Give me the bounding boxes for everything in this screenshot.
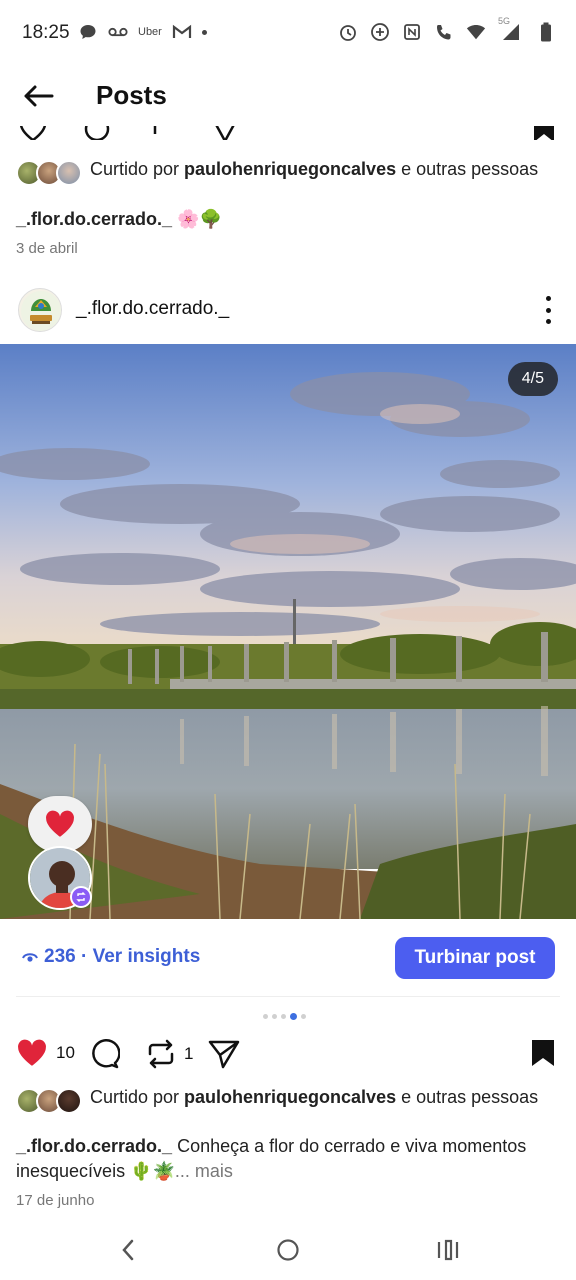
chat-bubble-icon xyxy=(78,22,98,42)
system-icons: 5G xyxy=(338,16,556,42)
previous-post-actions-cut xyxy=(0,126,576,140)
previous-post-date: 3 de abril xyxy=(16,240,78,257)
nav-back-button[interactable] xyxy=(108,1232,148,1268)
post-date: 17 de junho xyxy=(16,1192,95,1209)
battery-icon xyxy=(536,22,556,42)
voicemail-icon xyxy=(108,22,128,42)
caption-username[interactable]: _.flor.do.cerrado._ xyxy=(16,209,172,229)
carousel-dot xyxy=(263,1014,268,1019)
wifi-calling-icon xyxy=(434,22,454,42)
top-app-bar: Posts xyxy=(0,66,576,126)
repost-icon xyxy=(153,126,157,134)
liked-by[interactable]: Curtido por paulohenriquegoncalves e out… xyxy=(16,1086,560,1132)
status-time: 18:25 xyxy=(22,22,70,43)
dot-icon xyxy=(201,29,207,35)
gmail-icon xyxy=(172,22,192,42)
carousel-dot xyxy=(272,1014,277,1019)
repost-button[interactable]: 1 xyxy=(146,1038,193,1070)
nav-recents-button[interactable] xyxy=(428,1232,468,1268)
view-insights-link[interactable]: 236 · Ver insights xyxy=(22,946,200,968)
post-username[interactable]: _.flor.do.cerrado._ xyxy=(76,298,229,320)
comment-icon xyxy=(84,126,110,140)
previous-post-caption: _.flor.do.cerrado._ 🌸🌳 xyxy=(16,209,222,229)
comment-icon xyxy=(92,1039,120,1069)
boost-post-button[interactable]: Turbinar post xyxy=(395,937,555,979)
comment-button[interactable] xyxy=(88,1038,120,1070)
liker-avatars xyxy=(16,160,86,188)
caption-username[interactable]: _.flor.do.cerrado._ xyxy=(16,1136,172,1156)
repost-badge-icon xyxy=(70,886,92,908)
network-type-label: 5G xyxy=(498,16,511,26)
arrow-left-icon xyxy=(24,85,54,107)
page-title: Posts xyxy=(96,80,167,110)
profile-avatar[interactable] xyxy=(18,288,62,332)
share-icon xyxy=(215,126,235,140)
insights-label: · Ver insights xyxy=(75,946,201,967)
post-caption[interactable]: _.flor.do.cerrado._ Conheça a flor do ce… xyxy=(16,1134,562,1184)
carousel-indicator xyxy=(263,1013,306,1020)
share-button[interactable] xyxy=(208,1038,240,1070)
carousel-dot xyxy=(301,1014,306,1019)
heart-outline-icon xyxy=(20,126,46,140)
bookmark-filled-icon xyxy=(532,1040,554,1066)
chevron-left-icon xyxy=(122,1239,134,1261)
recents-icon xyxy=(437,1239,459,1261)
nfc-icon xyxy=(402,22,422,42)
save-button[interactable] xyxy=(530,1038,556,1068)
nav-home-button[interactable] xyxy=(268,1232,308,1268)
status-bar: 18:25 Uber 5G xyxy=(0,0,576,66)
heart-filled-icon xyxy=(18,1039,46,1066)
wifi-icon xyxy=(466,22,486,42)
liker-avatars xyxy=(16,1088,86,1116)
bookmark-icon xyxy=(534,126,554,140)
image-counter: 4/5 xyxy=(507,362,558,396)
like-button[interactable]: 10 xyxy=(16,1038,75,1068)
carousel-dot xyxy=(281,1014,286,1019)
data-saver-icon xyxy=(370,22,390,42)
reaction-bubble[interactable] xyxy=(28,796,92,852)
previous-post-liked-by[interactable]: Curtido por paulohenriquegoncalves e out… xyxy=(16,158,560,204)
post-actions: 10 1 xyxy=(0,1034,576,1078)
eye-icon xyxy=(22,953,38,962)
home-circle-icon xyxy=(277,1239,299,1261)
liker-username[interactable]: paulohenriquegoncalves xyxy=(184,1087,396,1107)
uber-icon: Uber xyxy=(138,26,162,38)
repost-icon xyxy=(148,1039,174,1069)
likes-count: 10 xyxy=(56,1043,75,1062)
divider xyxy=(16,996,560,997)
post-image[interactable]: 4/5 xyxy=(0,344,576,919)
red-heart-icon xyxy=(46,810,74,837)
more-options-button[interactable] xyxy=(540,296,556,324)
alarm-icon xyxy=(338,22,358,42)
back-button[interactable] xyxy=(18,78,58,114)
send-icon xyxy=(208,1040,240,1069)
liked-by-text: Curtido por paulohenriquegoncalves e out… xyxy=(90,1087,539,1107)
more-link[interactable]: ... mais xyxy=(175,1161,233,1181)
liked-by-text: Curtido por paulohenriquegoncalves e out… xyxy=(90,159,539,179)
post-header: _.flor.do.cerrado._ xyxy=(0,280,576,340)
avatar xyxy=(56,1088,82,1114)
views-count: 236 xyxy=(44,946,76,967)
liker-username[interactable]: paulohenriquegoncalves xyxy=(184,159,396,179)
reposts-count: 1 xyxy=(184,1044,194,1063)
signal-icon: 5G xyxy=(498,16,524,42)
system-navigation-bar xyxy=(0,1220,576,1280)
avatar xyxy=(56,160,82,186)
carousel-dot-active xyxy=(290,1013,297,1020)
notification-icons: Uber xyxy=(78,22,207,42)
